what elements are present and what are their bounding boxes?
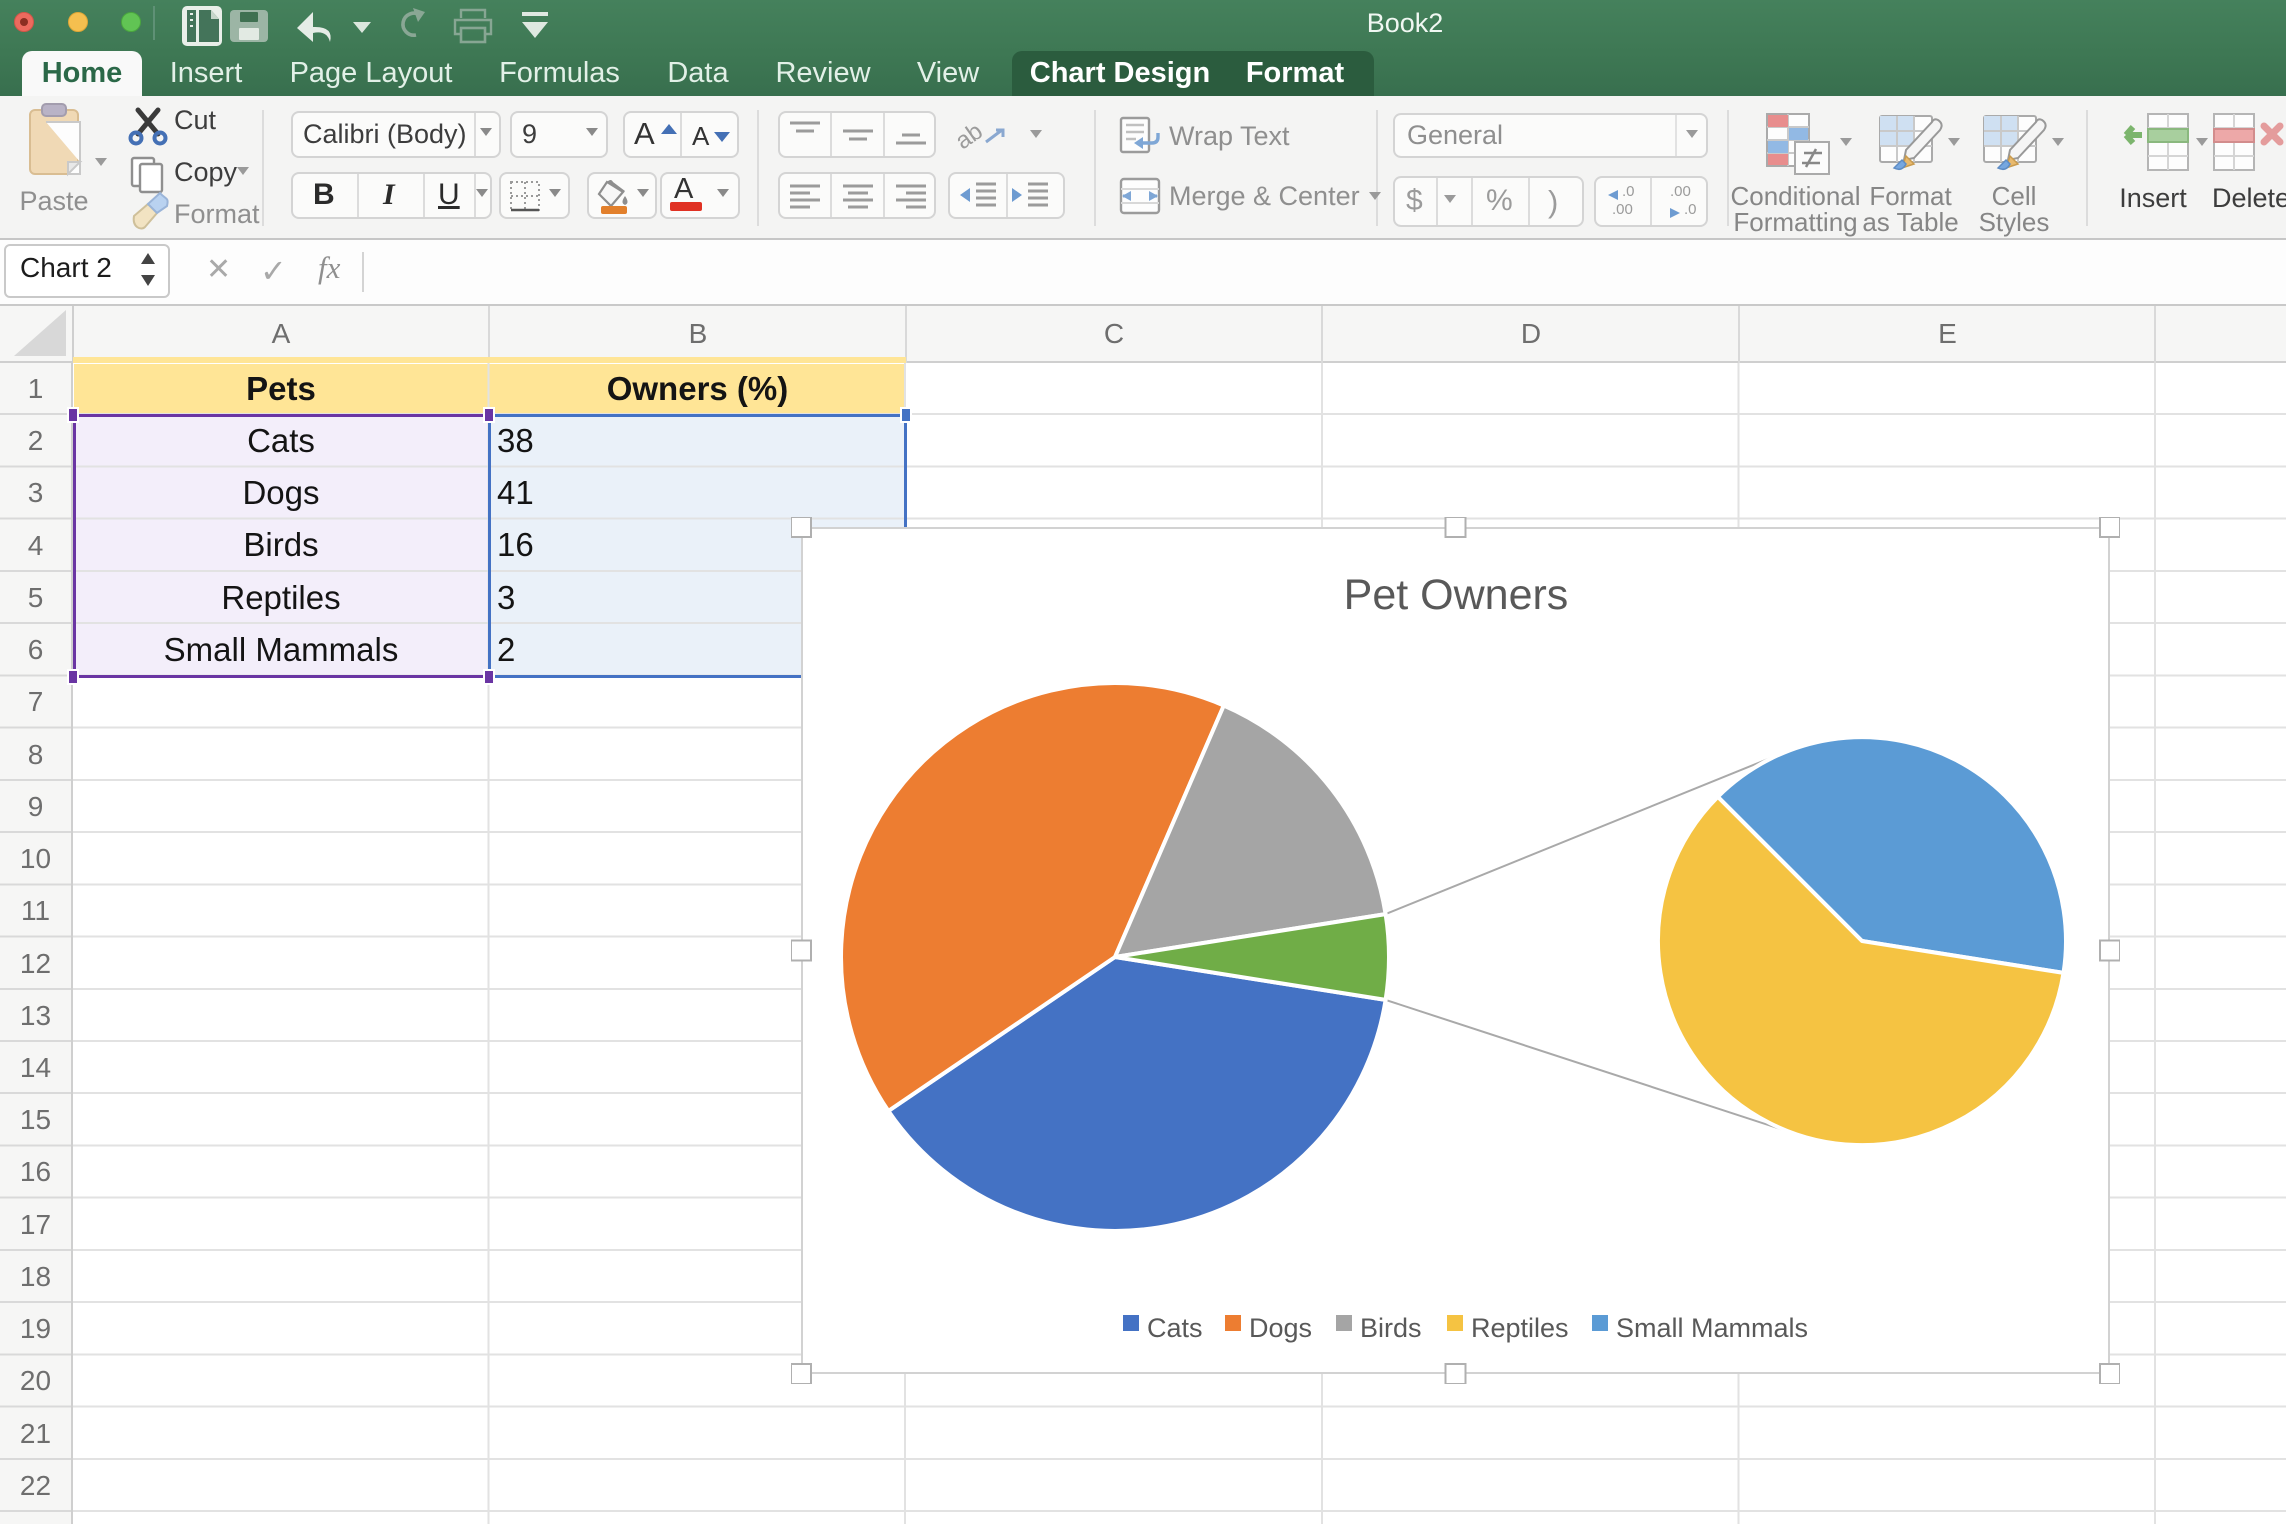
svg-text:Small Mammals: Small Mammals: [1616, 1313, 1808, 1343]
svg-text:ab: ab: [956, 118, 988, 155]
svg-text:Pet Owners: Pet Owners: [1344, 571, 1569, 619]
svg-text:.0: .0: [1622, 183, 1635, 200]
svg-text:.0: .0: [1684, 201, 1697, 218]
svg-text:.00: .00: [1612, 201, 1633, 218]
svg-text:.00: .00: [1670, 183, 1691, 200]
svg-text:Dogs: Dogs: [1249, 1313, 1312, 1343]
svg-text:Birds: Birds: [1360, 1313, 1422, 1343]
svg-text:Reptiles: Reptiles: [1471, 1313, 1569, 1343]
svg-text:Cats: Cats: [1147, 1313, 1203, 1343]
